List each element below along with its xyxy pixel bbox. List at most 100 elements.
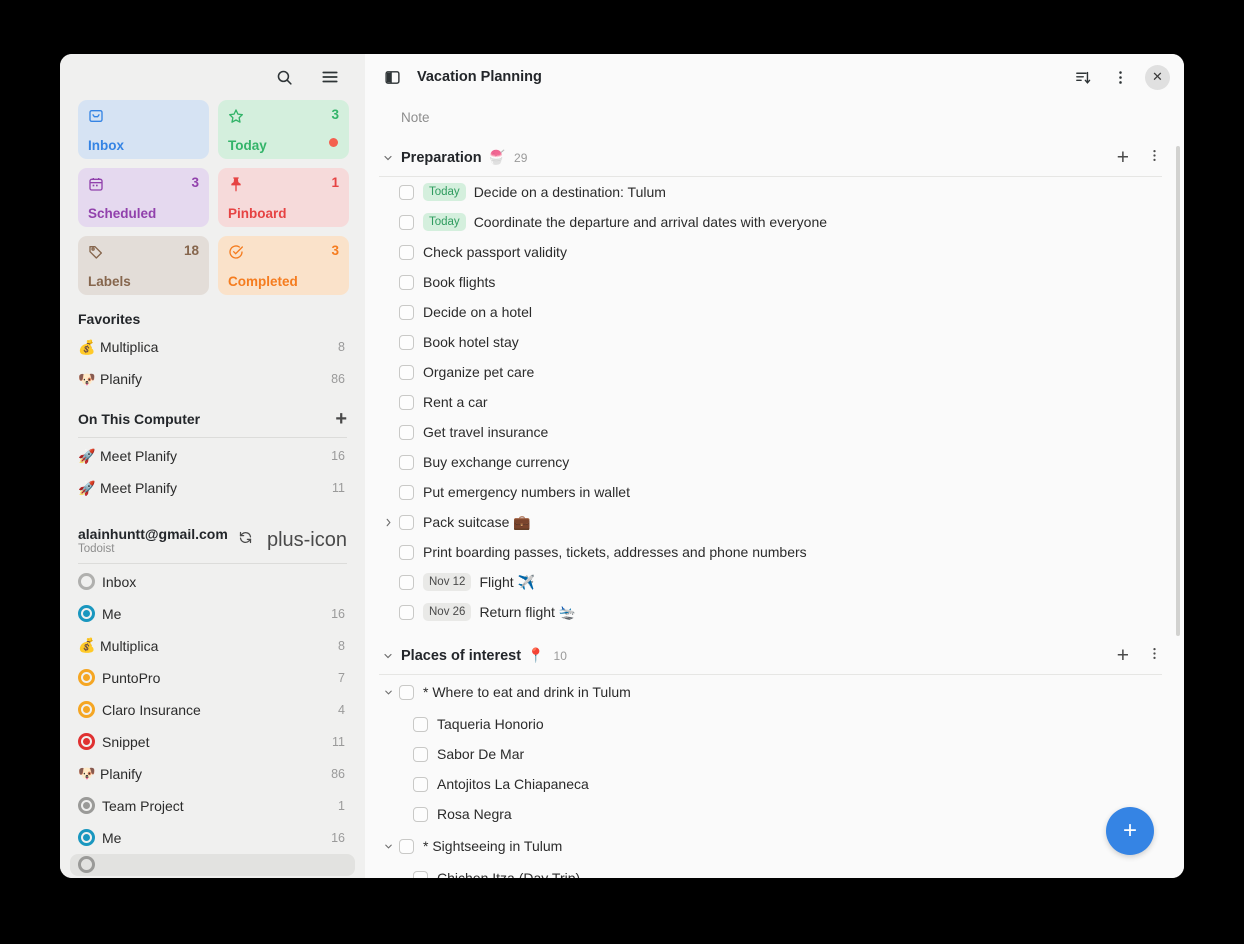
- subtask-row[interactable]: Sabor De Mar: [365, 739, 1184, 769]
- more-vertical-icon[interactable]: [1107, 64, 1133, 90]
- task-checkbox[interactable]: [399, 185, 414, 200]
- add-project-button[interactable]: +: [335, 409, 347, 429]
- task-checkbox[interactable]: [399, 575, 414, 590]
- add-task-fab[interactable]: +: [1106, 807, 1154, 855]
- project-row-me-1[interactable]: Me 16: [60, 598, 365, 630]
- project-count: 4: [338, 703, 345, 717]
- account-header[interactable]: alainhuntt@gmail.com Todoist plus-icon: [60, 518, 365, 559]
- project-row-puntopro[interactable]: PuntoPro 7: [60, 662, 365, 694]
- favorite-count: 86: [331, 372, 345, 386]
- project-label: Me: [102, 830, 331, 846]
- tile-pinboard[interactable]: 1 Pinboard: [218, 168, 349, 227]
- task-checkbox[interactable]: [399, 365, 414, 380]
- task-checkbox[interactable]: [399, 839, 414, 854]
- hamburger-menu-icon[interactable]: [317, 64, 343, 90]
- chevron-down-icon[interactable]: [379, 149, 397, 167]
- chevron-down-icon[interactable]: [379, 837, 397, 855]
- task-checkbox[interactable]: [399, 245, 414, 260]
- task-row[interactable]: Nov 12Flight ✈️: [365, 567, 1184, 597]
- task-label: * Sightseeing in Tulum: [423, 838, 562, 854]
- money-bag-icon: 💰: [78, 339, 100, 356]
- task-checkbox[interactable]: [399, 335, 414, 350]
- tile-completed[interactable]: 3 Completed: [218, 236, 349, 295]
- project-row-multiplica[interactable]: 💰 Multiplica 8: [60, 630, 365, 662]
- tile-today[interactable]: 3 Today: [218, 100, 349, 159]
- rocket-icon: 🚀: [78, 480, 100, 497]
- local-project-count: 11: [332, 481, 345, 495]
- add-task-button[interactable]: +: [1117, 147, 1129, 168]
- project-row-planify[interactable]: 🐶 Planify 86: [60, 758, 365, 790]
- task-checkbox[interactable]: [399, 305, 414, 320]
- task-row[interactable]: Book flights: [365, 267, 1184, 297]
- task-row[interactable]: Get travel insurance: [365, 417, 1184, 447]
- task-checkbox[interactable]: [413, 747, 428, 762]
- task-date-pill: Today: [423, 183, 466, 201]
- task-row[interactable]: Print boarding passes, tickets, addresse…: [365, 537, 1184, 567]
- project-row-inbox[interactable]: Inbox: [60, 566, 365, 598]
- task-list-preparation: TodayDecide on a destination: Tulum Toda…: [365, 177, 1184, 627]
- subtask-row[interactable]: Rosa Negra: [365, 799, 1184, 829]
- project-count: 8: [338, 639, 345, 653]
- project-row-partial-highlight[interactable]: [70, 854, 355, 876]
- task-row-pack-suitcase[interactable]: Pack suitcase 💼: [365, 507, 1184, 537]
- task-row-sightseeing[interactable]: * Sightseeing in Tulum: [365, 829, 1184, 863]
- task-checkbox[interactable]: [399, 605, 414, 620]
- section-more-icon[interactable]: [1147, 148, 1162, 168]
- project-label: Me: [102, 606, 331, 622]
- tile-labels[interactable]: 18 Labels: [78, 236, 209, 295]
- favorite-item-planify[interactable]: 🐶 Planify 86: [60, 363, 365, 395]
- task-checkbox[interactable]: [413, 777, 428, 792]
- project-label: PuntoPro: [102, 670, 338, 686]
- search-icon[interactable]: [271, 64, 297, 90]
- task-checkbox[interactable]: [413, 717, 428, 732]
- task-row[interactable]: Buy exchange currency: [365, 447, 1184, 477]
- subtask-row[interactable]: Taqueria Honorio: [365, 709, 1184, 739]
- project-row-team-project[interactable]: Team Project 1: [60, 790, 365, 822]
- project-row-snippet[interactable]: Snippet 11: [60, 726, 365, 758]
- favorite-item-multiplica[interactable]: 💰 Multiplica 8: [60, 331, 365, 363]
- tile-inbox[interactable]: Inbox: [78, 100, 209, 159]
- task-row[interactable]: Organize pet care: [365, 357, 1184, 387]
- task-row[interactable]: Check passport validity: [365, 237, 1184, 267]
- task-row[interactable]: Decide on a hotel: [365, 297, 1184, 327]
- vertical-scrollbar[interactable]: [1176, 146, 1180, 636]
- sidebar-toggle-icon[interactable]: [379, 64, 405, 90]
- task-checkbox[interactable]: [399, 685, 414, 700]
- add-todoist-project-button[interactable]: plus-icon: [267, 529, 347, 552]
- close-button[interactable]: ✕: [1145, 65, 1170, 90]
- task-row[interactable]: Put emergency numbers in wallet: [365, 477, 1184, 507]
- project-row-me-2[interactable]: Me 16: [60, 822, 365, 854]
- task-checkbox[interactable]: [399, 395, 414, 410]
- task-checkbox[interactable]: [399, 515, 414, 530]
- task-checkbox[interactable]: [413, 871, 428, 879]
- task-checkbox[interactable]: [399, 485, 414, 500]
- sort-descending-icon[interactable]: [1069, 64, 1095, 90]
- task-row[interactable]: TodayCoordinate the departure and arriva…: [365, 207, 1184, 237]
- chevron-down-icon[interactable]: [379, 683, 397, 701]
- task-row[interactable]: Rent a car: [365, 387, 1184, 417]
- section-more-icon[interactable]: [1147, 646, 1162, 666]
- tile-scheduled[interactable]: 3 Scheduled: [78, 168, 209, 227]
- local-project-meet-planify-2[interactable]: 🚀 Meet Planify 11: [60, 472, 365, 504]
- task-row-where-to-eat[interactable]: * Where to eat and drink in Tulum: [365, 675, 1184, 709]
- project-row-claro-insurance[interactable]: Claro Insurance 4: [60, 694, 365, 726]
- chevron-right-icon[interactable]: [379, 513, 397, 531]
- task-row[interactable]: Nov 26Return flight 🛬: [365, 597, 1184, 627]
- favorites-title: Favorites: [78, 311, 140, 327]
- add-task-button[interactable]: +: [1117, 645, 1129, 666]
- task-checkbox[interactable]: [399, 425, 414, 440]
- task-checkbox[interactable]: [399, 455, 414, 470]
- task-date-pill: Nov 12: [423, 573, 471, 591]
- subtask-row[interactable]: Chichen Itza (Day Trip): [365, 863, 1184, 878]
- subtask-row[interactable]: Antojitos La Chiapaneca: [365, 769, 1184, 799]
- chevron-down-icon[interactable]: [379, 647, 397, 665]
- sync-icon[interactable]: [238, 530, 253, 550]
- task-row[interactable]: TodayDecide on a destination: Tulum: [365, 177, 1184, 207]
- task-checkbox[interactable]: [399, 545, 414, 560]
- task-checkbox[interactable]: [399, 275, 414, 290]
- local-project-meet-planify-1[interactable]: 🚀 Meet Planify 16: [60, 440, 365, 472]
- task-checkbox[interactable]: [399, 215, 414, 230]
- task-checkbox[interactable]: [413, 807, 428, 822]
- task-row[interactable]: Book hotel stay: [365, 327, 1184, 357]
- note-placeholder[interactable]: Note: [365, 100, 1184, 125]
